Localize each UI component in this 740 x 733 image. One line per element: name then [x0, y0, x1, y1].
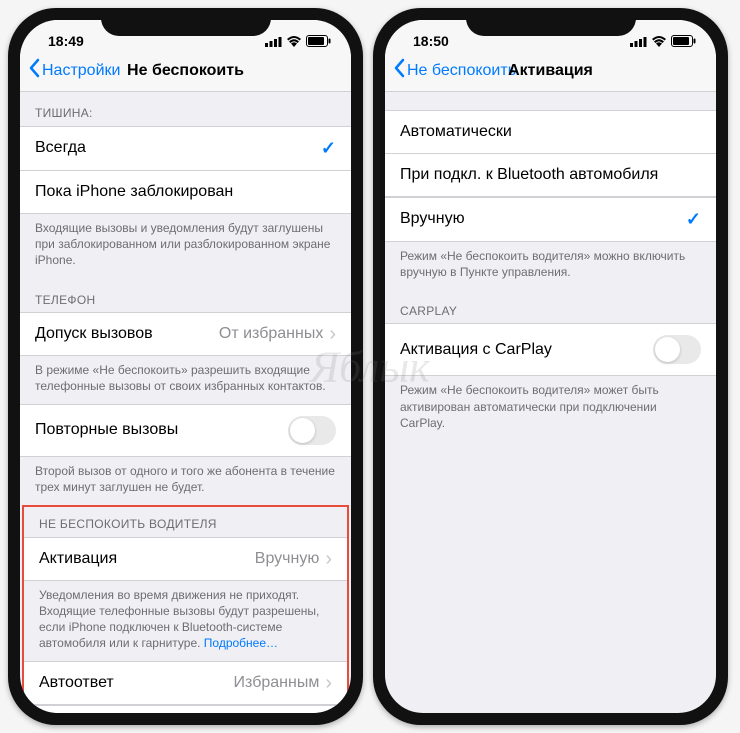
chevron-left-icon — [28, 58, 40, 83]
status-time: 18:49 — [48, 33, 84, 49]
checkmark-icon: ✓ — [686, 209, 701, 230]
option-locked[interactable]: Пока iPhone заблокирован — [20, 170, 351, 214]
settings-content: Автоматически При подкл. к Bluetooth авт… — [385, 92, 716, 713]
cellular-signal-icon — [265, 36, 282, 47]
nav-bar: Не беспокоить Активация — [385, 50, 716, 92]
autoreply-row[interactable]: Автоответ Я веду автомобиль с включенн… … — [24, 705, 347, 713]
section-header-carplay: CARPLAY — [385, 290, 716, 324]
carplay-activation[interactable]: Активация с CarPlay — [385, 323, 716, 376]
carplay-switch[interactable] — [653, 335, 701, 364]
chevron-right-icon: › — [329, 324, 336, 344]
option-always[interactable]: Всегда ✓ — [20, 126, 351, 171]
status-time: 18:50 — [413, 33, 449, 49]
nav-bar: Настройки Не беспокоить — [20, 50, 351, 92]
repeated-calls-switch[interactable] — [288, 416, 336, 445]
cell-label: При подкл. к Bluetooth автомобиля — [400, 166, 701, 184]
phone-right: 18:50 Не беспокоить Активация Автоматиче… — [373, 8, 728, 725]
autoreply-to-row[interactable]: Автоответ Избранным › — [24, 661, 347, 705]
cell-label: Повторные вызовы — [35, 421, 288, 439]
back-label: Настройки — [42, 62, 120, 80]
more-link[interactable]: Подробнее… — [204, 636, 278, 650]
section-footer: Второй вызов от одного и того же абонент… — [20, 457, 351, 505]
nav-title: Активация — [508, 62, 593, 80]
repeated-calls[interactable]: Повторные вызовы — [20, 404, 351, 457]
nav-title: Не беспокоить — [127, 62, 244, 80]
cell-label: Активация с CarPlay — [400, 341, 653, 359]
cell-label: Пока iPhone заблокирован — [35, 183, 336, 201]
settings-content: ТИШИНА: Всегда ✓ Пока iPhone заблокирова… — [20, 92, 351, 713]
back-button[interactable]: Настройки — [28, 58, 120, 83]
cell-label: Вручную — [400, 210, 686, 228]
notch — [466, 8, 636, 36]
cell-label: Автоответ — [39, 674, 234, 692]
cellular-signal-icon — [630, 36, 647, 47]
cell-value: Вручную — [255, 550, 320, 568]
section-footer: Уведомления во время движения не приходя… — [24, 581, 347, 662]
option-automatic[interactable]: Автоматически — [385, 110, 716, 154]
chevron-left-icon — [393, 58, 405, 83]
battery-icon — [671, 35, 696, 47]
section-header-phone: ТЕЛЕФОН — [20, 279, 351, 313]
cell-value: От избранных — [219, 325, 323, 343]
battery-icon — [306, 35, 331, 47]
wifi-icon — [651, 36, 667, 47]
activate-row[interactable]: Активация Вручную › — [24, 537, 347, 581]
cell-value: Избранным — [234, 674, 320, 692]
cell-label: Активация — [39, 550, 255, 568]
back-label: Не беспокоить — [407, 62, 516, 80]
cell-label: Допуск вызовов — [35, 325, 219, 343]
highlighted-section: НЕ БЕСПОКОИТЬ ВОДИТЕЛЯ Активация Вручную… — [22, 505, 349, 713]
section-header-driving: НЕ БЕСПОКОИТЬ ВОДИТЕЛЯ — [24, 507, 347, 537]
option-bluetooth[interactable]: При подкл. к Bluetooth автомобиля — [385, 153, 716, 197]
back-button[interactable]: Не беспокоить — [393, 58, 516, 83]
chevron-right-icon: › — [325, 549, 332, 569]
chevron-right-icon: › — [325, 673, 332, 693]
section-footer: Режим «Не беспокоить водителя» можно вкл… — [385, 242, 716, 290]
cell-label: Всегда — [35, 139, 321, 157]
section-footer: В режиме «Не беспокоить» разрешить входя… — [20, 356, 351, 404]
cell-label: Автоматически — [400, 123, 701, 141]
phone-left: 18:49 Настройки Не беспокоить ТИШИНА: Вс… — [8, 8, 363, 725]
allow-calls-from[interactable]: Допуск вызовов От избранных › — [20, 312, 351, 356]
wifi-icon — [286, 36, 302, 47]
notch — [101, 8, 271, 36]
section-footer: Режим «Не беспокоить водителя» может быт… — [385, 376, 716, 441]
checkmark-icon: ✓ — [321, 138, 336, 159]
section-header-silence: ТИШИНА: — [20, 92, 351, 126]
option-manual[interactable]: Вручную ✓ — [385, 197, 716, 242]
section-footer: Входящие вызовы и уведомления будут загл… — [20, 214, 351, 279]
